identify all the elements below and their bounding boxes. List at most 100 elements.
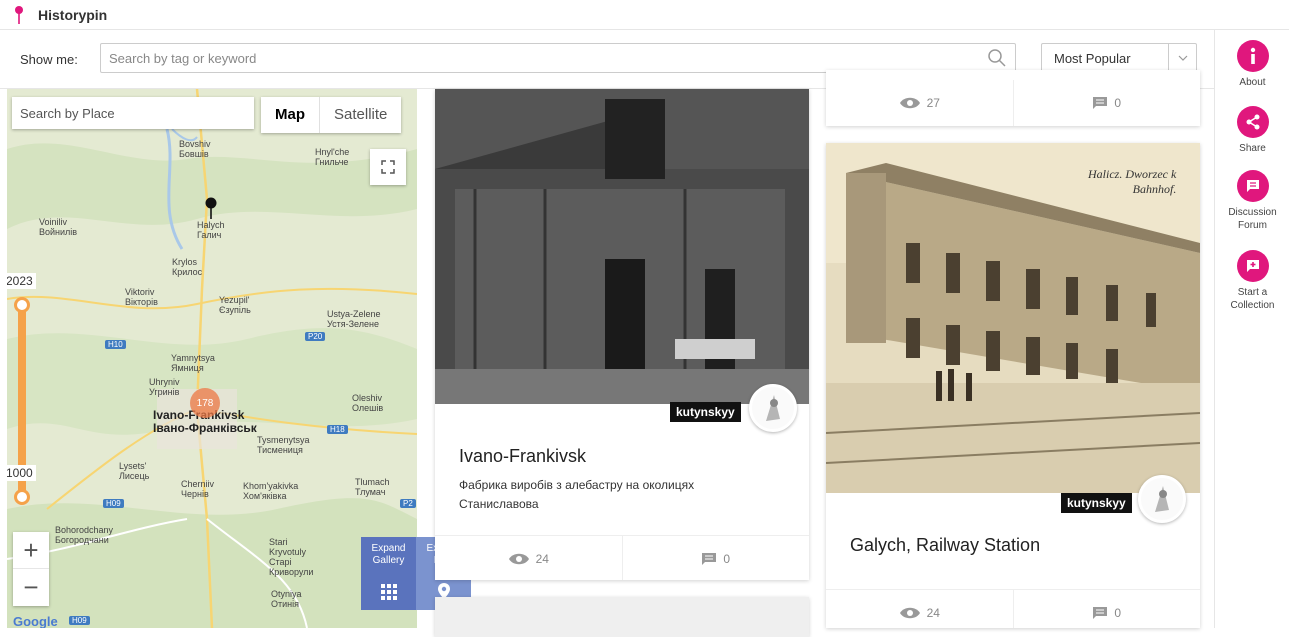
add-collection-icon[interactable]	[1236, 250, 1269, 282]
right-rail: About Share Discussion Forum Start a Col…	[1214, 30, 1289, 628]
card-photo[interactable]	[435, 597, 809, 637]
road-badge: H09	[69, 616, 90, 625]
fullscreen-icon	[381, 160, 395, 174]
place-label: Ustya-Zelene Устя-Зелене	[327, 309, 381, 329]
fullscreen-button[interactable]	[370, 149, 406, 185]
rail-label-about: About	[1239, 77, 1266, 88]
place-label: Voiniliv Войнилів	[39, 217, 78, 237]
rail-label-share: Share	[1239, 143, 1266, 154]
views-stat: 24	[435, 536, 622, 580]
sort-value: Most Popular	[1054, 51, 1131, 66]
comments-stat: 0	[1012, 80, 1201, 126]
gallery-card[interactable]	[435, 597, 809, 637]
map-pin-icon[interactable]	[205, 197, 217, 219]
road-badge: P20	[305, 332, 326, 341]
place-label: Yamnytsya Ямниця	[171, 353, 215, 373]
sort-select[interactable]: Most Popular	[1041, 43, 1197, 73]
eye-icon	[899, 97, 920, 109]
comment-icon	[1093, 606, 1108, 619]
place-label: Tlumach Тлумач	[355, 477, 390, 497]
gallery-card[interactable]: kutynskyy Ivano-Frankivsk Фабрика виробі…	[435, 89, 809, 580]
rail-share[interactable]: Share	[1215, 106, 1289, 155]
map-cluster[interactable]: 178	[190, 388, 220, 418]
google-logo: Google	[13, 614, 58, 628]
eye-icon	[508, 553, 529, 564]
card-title[interactable]: Galych, Railway Station	[850, 535, 1040, 556]
place-label: Viktoriv Вікторів	[125, 287, 158, 307]
views-count: 24	[535, 551, 549, 566]
place-label: Lysets' Лисець	[119, 461, 150, 481]
comments-stat: 0	[1012, 590, 1201, 628]
card-description: Фабрика виробів з алебастру на околицях …	[459, 478, 695, 511]
year-slider-handle-bottom[interactable]	[14, 489, 30, 505]
place-label: Halych Галич	[197, 220, 225, 240]
historypin-pin-icon[interactable]	[14, 6, 24, 24]
card-title[interactable]: Ivano-Frankivsk	[459, 446, 586, 467]
rail-discussion[interactable]: Discussion Forum	[1215, 170, 1289, 232]
comments-stat: 0	[621, 536, 810, 580]
card-photo[interactable]	[435, 89, 809, 404]
map-type-satellite-button[interactable]: Satellite	[319, 97, 401, 133]
search-box[interactable]	[100, 43, 1016, 73]
chat-icon[interactable]	[1236, 170, 1269, 202]
rail-label-start-collection: Start a Collection	[1230, 287, 1275, 311]
comments-count: 0	[1114, 605, 1122, 620]
place-label: Krylos Крилос	[172, 257, 203, 277]
place-label: Yezupil' Єзупіль	[219, 295, 251, 315]
place-label: Khom'yakivka Хом'яківка	[243, 481, 299, 501]
grid-icon	[361, 584, 416, 600]
map-type-map-button[interactable]: Map	[261, 97, 319, 133]
gallery-card[interactable]: Halicz. Dworzec k Bahnhof. kutynskyy Gal…	[826, 143, 1200, 628]
road-badge: H10	[105, 340, 126, 349]
info-icon[interactable]	[1236, 40, 1269, 72]
comments-count: 0	[723, 551, 731, 566]
card-stats: 27 0	[826, 80, 1200, 126]
photo-caption: Halicz. Dworzec k Bahnhof.	[1088, 167, 1177, 196]
comment-icon	[702, 552, 717, 565]
road-badge: H09	[103, 499, 124, 508]
road-badge: H18	[327, 425, 348, 434]
rail-about[interactable]: About	[1215, 40, 1289, 89]
search-input[interactable]	[101, 44, 961, 72]
gallery-card[interactable]: 27 0	[826, 70, 1200, 126]
place-search[interactable]	[12, 97, 254, 129]
place-label: Tysmenytsya Тисмениця	[257, 435, 310, 455]
rail-label-discussion: Discussion Forum	[1228, 207, 1277, 231]
app-title[interactable]: Historypin	[38, 7, 107, 23]
search-icon[interactable]	[987, 48, 1007, 68]
comments-count: 0	[1114, 96, 1122, 110]
zoom-in-button[interactable]: +	[13, 532, 49, 569]
eye-icon	[899, 607, 920, 618]
author-avatar[interactable]	[749, 384, 797, 432]
expand-gallery-button[interactable]: Expand Gallery	[361, 537, 416, 610]
place-label: Otyniya Отинія	[271, 589, 302, 609]
card-stats: 24 0	[826, 589, 1200, 628]
views-stat: 24	[826, 590, 1013, 628]
place-label: Stari Kryvotuly Старі Криворули	[269, 537, 314, 577]
place-label: Bohorodchany Богородчани	[55, 525, 114, 545]
road-badge: P2	[400, 499, 416, 508]
place-label: Bovshiv Бовшів	[179, 139, 211, 159]
place-label: Oleshiv Олешів	[352, 393, 384, 413]
card-stats: 24 0	[435, 535, 809, 580]
map-type-toggle: Map Satellite	[261, 97, 402, 133]
share-icon[interactable]	[1236, 106, 1269, 138]
author-badge[interactable]: kutynskyy	[1061, 493, 1132, 513]
year-slider-handle-top[interactable]	[14, 297, 30, 313]
top-bar: Historypin	[0, 0, 1289, 30]
rail-start-collection[interactable]: Start a Collection	[1215, 250, 1289, 312]
expand-gallery-label: Expand Gallery	[371, 543, 406, 566]
views-stat: 27	[826, 80, 1013, 126]
author-avatar[interactable]	[1138, 475, 1186, 523]
place-search-input[interactable]	[12, 97, 254, 129]
map-panel[interactable]: Map Satellite Bovshiv Бовшів Hnyl'che Гн…	[7, 89, 417, 628]
author-badge[interactable]: kutynskyy	[670, 402, 741, 422]
views-count: 27	[926, 96, 940, 110]
year-label-top: 2023	[7, 273, 36, 289]
zoom-out-button[interactable]: −	[13, 569, 49, 606]
chevron-down-icon[interactable]	[1168, 44, 1196, 72]
views-count: 24	[926, 605, 940, 620]
zoom-control: + −	[13, 532, 49, 606]
place-label: Hnyl'che Гнильче	[315, 147, 350, 167]
place-label: Uhryniv Угринів	[149, 377, 180, 397]
